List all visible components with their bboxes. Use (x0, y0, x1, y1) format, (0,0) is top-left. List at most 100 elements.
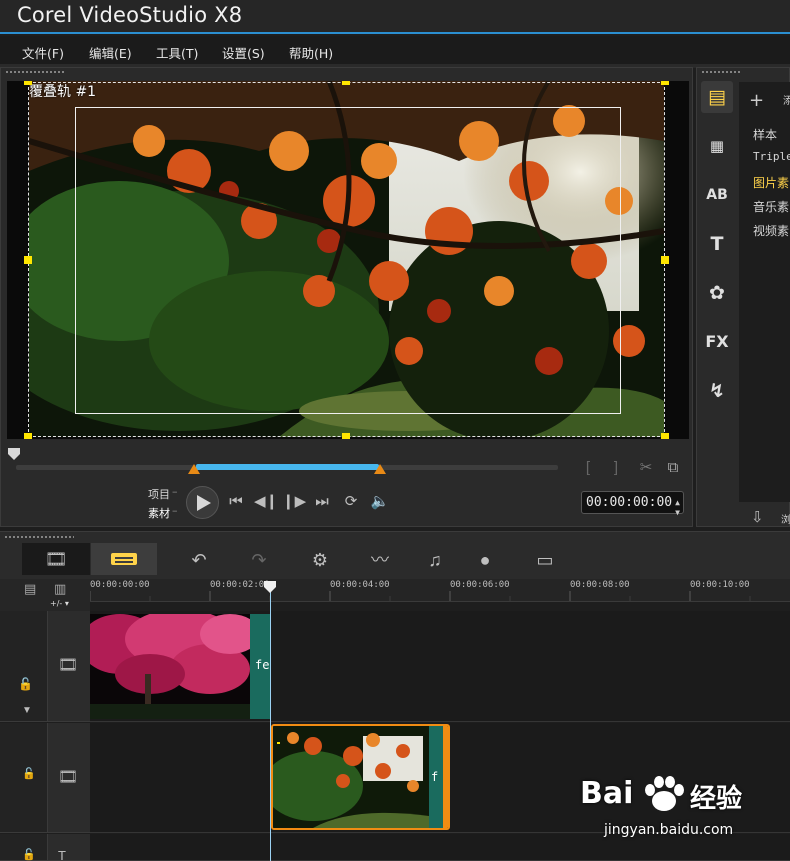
subtitle-editor-icon[interactable]: ▭ (530, 548, 560, 572)
overlay-track-icon[interactable]: 🎞 (58, 767, 78, 787)
resize-handle-tl[interactable] (24, 81, 32, 85)
timeline-ruler[interactable]: 00:00:00:00 00:00:02:00 00:00:04:00 00:0… (90, 579, 790, 602)
overlay-clip-thumbnail (273, 726, 429, 828)
menu-file[interactable]: 文件(F) (22, 43, 64, 62)
video-track-header: 🔓 ▼ 🎞 (0, 611, 90, 722)
repeat-icon[interactable]: ⟳ (340, 492, 362, 512)
path-icon[interactable]: ↯ (701, 375, 733, 407)
track-manager-icon[interactable]: ▥ (54, 581, 66, 597)
resize-handle-b[interactable] (342, 433, 350, 439)
play-icon (197, 495, 211, 511)
mark-out-button[interactable]: ] (608, 458, 624, 478)
expand-icon[interactable]: ▼ (22, 705, 32, 716)
auto-music-icon[interactable]: ♫ (420, 548, 450, 572)
overlay-clip-1[interactable]: f (271, 724, 450, 830)
filter-fx-icon[interactable]: FX (701, 326, 733, 358)
next-frame-icon[interactable]: ❙▶ (282, 492, 306, 512)
redo-icon[interactable]: ↷ (244, 548, 274, 572)
mode-clip[interactable]: 素材 (148, 505, 170, 521)
graphic-icon[interactable]: ✿ (701, 277, 733, 309)
go-to-end-icon[interactable]: ⏭ (312, 492, 332, 512)
menu-bar: 文件(F) 编辑(E) 工具(T) 设置(S) 帮助(H) (0, 36, 790, 64)
menu-edit[interactable]: 编辑(E) (89, 43, 132, 62)
clip-thumbnail (90, 614, 260, 719)
library-item-triple[interactable]: Triple (753, 150, 790, 163)
title-lock-icon[interactable]: 🔓 (22, 848, 36, 861)
resize-handle-l[interactable] (24, 256, 32, 264)
overlay-clip-right-handle[interactable] (443, 726, 448, 828)
tick-label: 00:00:04:00 (330, 580, 390, 590)
library-list: + 添 样本 Triple 图片素 音乐素 视频素 ⇩ 浏 (739, 82, 790, 526)
title-icon[interactable]: T (701, 228, 733, 260)
volume-icon[interactable]: 🔈 (369, 492, 391, 512)
mode-clip-dash: – (172, 504, 178, 517)
media-icon[interactable]: ▤ (701, 81, 733, 113)
menu-tools[interactable]: 工具(T) (156, 43, 198, 62)
enlarge-preview-icon[interactable]: ⧉ (663, 458, 683, 478)
trim-in-marker[interactable] (188, 464, 200, 474)
storyboard-view-button[interactable]: 🎞 (22, 543, 90, 575)
title-track-header: 🔓 T (0, 834, 90, 861)
tick-label: 00:00:10:00 (690, 580, 750, 590)
timecode-down-icon[interactable]: ▼ (675, 502, 680, 523)
track-add-remove[interactable]: +/- ▾ (50, 599, 69, 608)
previous-frame-icon[interactable]: ◀❙ (254, 492, 278, 512)
video-track-icon[interactable]: 🎞 (58, 655, 78, 675)
scrubber-selection[interactable] (196, 464, 379, 470)
go-to-start-icon[interactable]: ⏮ (226, 492, 246, 512)
resize-handle-r[interactable] (661, 256, 669, 264)
timeline-grip[interactable] (4, 535, 74, 539)
record-capture-icon[interactable]: ⚙ (305, 548, 335, 572)
title-safe-frame (75, 107, 621, 414)
resize-handle-tr[interactable] (661, 81, 669, 85)
video-clip-1[interactable]: fe (90, 614, 270, 719)
video-track-lane[interactable]: fe (90, 611, 790, 722)
scissors-icon[interactable]: ✂ (636, 458, 656, 478)
ruler-ticks (90, 591, 751, 601)
timeline-view-button[interactable] (91, 543, 157, 575)
resize-handle-t[interactable] (342, 81, 350, 85)
undo-icon[interactable]: ↶ (184, 548, 214, 572)
sound-mixer-icon[interactable]: 〰 (365, 548, 395, 572)
library-item-video[interactable]: 视频素 (753, 222, 789, 239)
tick-label: 00:00:08:00 (570, 580, 630, 590)
library-grip[interactable] (701, 70, 741, 74)
transition-icon[interactable]: AB (701, 179, 733, 211)
tick-label: 00:00:06:00 (450, 580, 510, 590)
add-icon[interactable]: + (749, 90, 764, 111)
overlay-lock-icon[interactable]: 🔓 (22, 767, 36, 780)
browse-label[interactable]: 浏 (781, 511, 790, 526)
overlay-track-header: 🔓 🎞 (0, 723, 90, 833)
timeline-view-icon (111, 553, 137, 565)
library-item-music[interactable]: 音乐素 (753, 198, 789, 215)
library-item-sample[interactable]: 样本 (753, 126, 777, 143)
resize-handle-br[interactable] (661, 433, 669, 439)
timeline-playhead-line[interactable] (270, 590, 271, 861)
mark-in-button[interactable]: [ (580, 458, 596, 478)
instant-project-icon[interactable]: ▦ (701, 130, 733, 162)
motion-tracking-icon[interactable]: ● (470, 548, 500, 572)
menu-settings[interactable]: 设置(S) (222, 43, 265, 62)
lock-icon[interactable]: 🔓 (18, 677, 33, 691)
browse-icon[interactable]: ⇩ (751, 508, 764, 526)
title-track-icon[interactable]: T (58, 848, 66, 861)
library-item-photos[interactable]: 图片素 (753, 174, 789, 191)
overlay-clip-tail: f (429, 726, 443, 828)
panel-grip[interactable] (5, 70, 65, 74)
paw-icon (645, 776, 684, 811)
ruler-left-controls: ▤ ▥ +/- ▾ (0, 579, 90, 611)
mode-project[interactable]: 项目 (148, 486, 170, 502)
watermark-url: jingyan.baidu.com (604, 822, 734, 838)
timecode-display[interactable]: 00:00:00:00 ▲ ▼ (581, 491, 684, 517)
tick-label: 00:00:02:00 (210, 580, 270, 590)
play-button[interactable] (186, 486, 219, 519)
add-label[interactable]: 添 (783, 92, 790, 107)
resize-handle-bl[interactable] (24, 433, 32, 439)
watermark-jingyan: 经验 (690, 784, 743, 814)
menu-help[interactable]: 帮助(H) (289, 43, 333, 62)
trim-out-marker[interactable] (374, 464, 386, 474)
show-all-tracks-icon[interactable]: ▤ (24, 581, 36, 597)
video-track-icon-area: 🎞 (47, 611, 90, 721)
preview-screen[interactable]: 覆叠轨 #1 (7, 81, 689, 439)
baidu-watermark: Bai 经验 jingyan.baidu.com (580, 772, 785, 844)
